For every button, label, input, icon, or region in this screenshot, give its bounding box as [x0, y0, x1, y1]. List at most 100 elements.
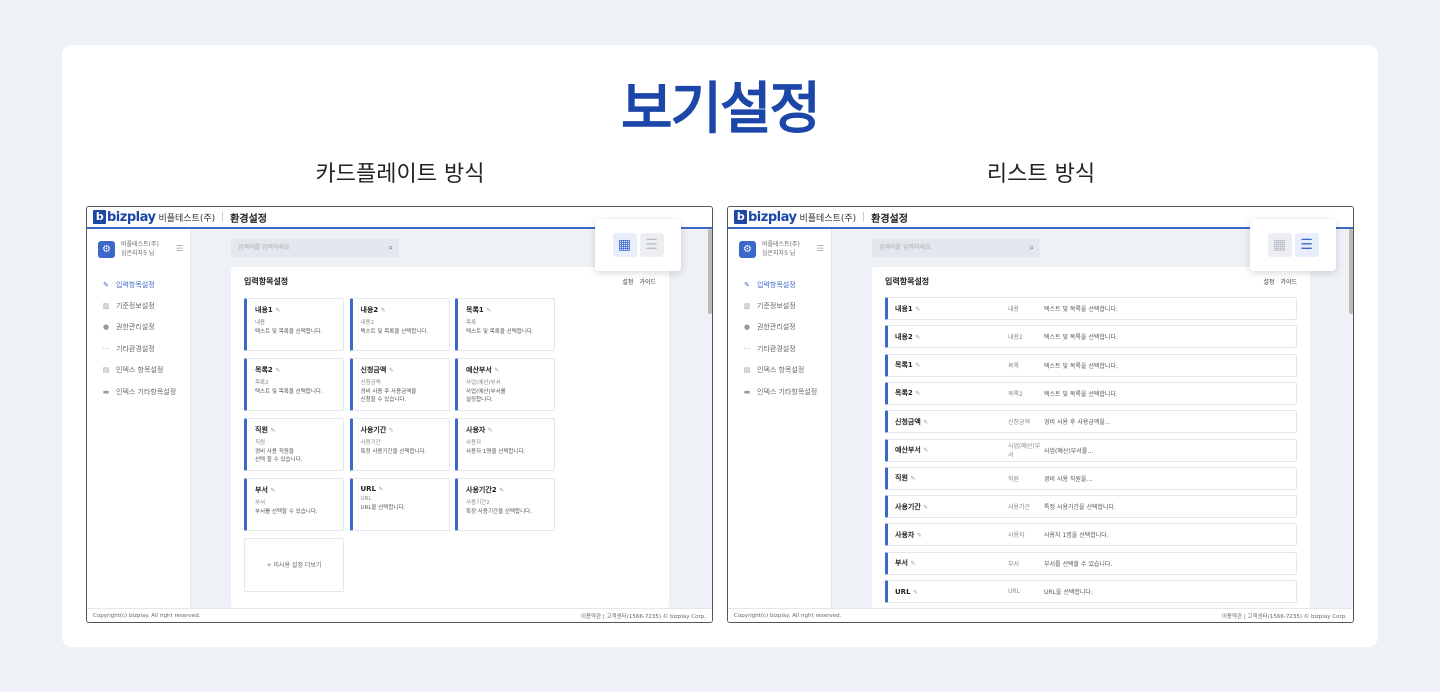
- search-input[interactable]: 검색어를 입력하세요 ⌕: [872, 239, 1040, 257]
- pencil-icon[interactable]: ✎: [915, 306, 920, 313]
- row-sub: 목록: [1008, 362, 1020, 370]
- scrollbar[interactable]: [1349, 229, 1353, 314]
- search-icon[interactable]: ⌕: [389, 239, 393, 257]
- setting-card[interactable]: 사용기간 ✎ 사용기간 특정 사용기간을 선택합니다.: [349, 418, 450, 471]
- pencil-icon[interactable]: ✎: [923, 504, 928, 511]
- card-name: 목록1: [466, 306, 484, 314]
- footer: Copyright(c) bizplay. All right reserved…: [728, 608, 1353, 622]
- setting-card[interactable]: 목록2 ✎ 목록2 텍스트 및 목록을 선택합니다.: [244, 358, 344, 411]
- setting-row[interactable]: 목록2 ✎ 목록2 텍스트 및 목록을 선택합니다.: [885, 381, 1297, 405]
- row-name: 사용기간: [895, 502, 921, 511]
- corp-name: © bizplay Corp.: [1303, 613, 1347, 620]
- pencil-icon[interactable]: ✎: [488, 427, 493, 434]
- card-desc: 사용자 1명을 선택합니다.: [466, 449, 526, 455]
- row-name: 신청금액: [895, 417, 921, 426]
- list-icon: ☰: [1300, 237, 1313, 253]
- card-desc: 특정 사용기간을 선택합니다.: [466, 509, 532, 515]
- setting-card[interactable]: 사용자 ✎ 사용자 사용자 1명을 선택합니다.: [455, 418, 555, 471]
- settings-link[interactable]: 설정: [622, 279, 633, 286]
- pencil-icon[interactable]: ✎: [381, 307, 386, 314]
- sidebar-item-base-info[interactable]: ▥ 기준정보설정: [87, 295, 190, 316]
- support-link[interactable]: 고객센터(1566-7235): [606, 614, 661, 620]
- setting-card[interactable]: 사용기간2 ✎ 사용기간2 특정 사용기간을 선택합니다.: [455, 478, 555, 531]
- setting-row[interactable]: 예산부서 ✎ 사업(예산)부서 사업(예산)부서를…: [885, 438, 1297, 462]
- setting-row[interactable]: 직원 ✎ 직원 경비 사용 직원을…: [885, 466, 1297, 490]
- sidebar-item-index-other[interactable]: ▬ 인덱스 기타항목설정: [728, 381, 831, 402]
- sidebar-item-input-settings[interactable]: ✎ 입력항목설정: [87, 274, 190, 295]
- pencil-icon[interactable]: ✎: [910, 475, 915, 482]
- setting-row[interactable]: 목록1 ✎ 목록 텍스트 및 목록을 선택합니다.: [885, 353, 1297, 377]
- row-desc: 텍스트 및 목록을 선택합니다.: [1044, 334, 1118, 342]
- setting-card[interactable]: 내용1 ✎ 내용 텍스트 및 목록을 선택합니다.: [244, 298, 344, 351]
- card-sub: 사용자: [466, 440, 482, 446]
- table-icon: ▤: [102, 366, 110, 375]
- setting-row[interactable]: 부서 ✎ 부서 부서를 선택할 수 있습니다.: [885, 551, 1297, 575]
- card-sub: 사용기간2: [466, 500, 490, 506]
- setting-card[interactable]: 직원 ✎ 직원 경비 사용 직원을 선택 할 수 있습니다.: [244, 418, 344, 471]
- pencil-icon[interactable]: ✎: [270, 427, 275, 434]
- menu-toggle-icon[interactable]: ☰: [817, 244, 824, 253]
- list-view-button[interactable]: ☰: [1294, 233, 1319, 257]
- profile-user: 심은지차5 님: [762, 250, 796, 257]
- pencil-icon[interactable]: ✎: [917, 532, 922, 539]
- pencil-icon[interactable]: ✎: [913, 589, 918, 596]
- pencil-icon[interactable]: ✎: [923, 447, 928, 454]
- card-sub: 직원: [255, 440, 266, 446]
- grid-view-button[interactable]: ▦: [612, 233, 637, 257]
- guide-link[interactable]: 가이드: [1280, 279, 1297, 286]
- pencil-icon[interactable]: ✎: [486, 307, 491, 314]
- setting-row[interactable]: URL ✎ URL URL을 선택합니다.: [885, 580, 1297, 603]
- pencil-icon[interactable]: ✎: [270, 487, 275, 494]
- pencil-icon[interactable]: ✎: [915, 390, 920, 397]
- list-view-button[interactable]: ☰: [639, 233, 664, 257]
- terms-link[interactable]: 이용약관: [581, 614, 601, 620]
- sidebar-item-index-other[interactable]: ▬ 인덱스 기타항목설정: [87, 381, 190, 402]
- card-name: 직원: [255, 426, 268, 434]
- pencil-icon[interactable]: ✎: [923, 419, 928, 426]
- pencil-icon[interactable]: ✎: [915, 334, 920, 341]
- setting-card[interactable]: 목록1 ✎ 목록 텍스트 및 목록을 선택합니다.: [455, 298, 555, 351]
- search-input[interactable]: 검색어를 입력하세요 ⌕: [231, 239, 399, 257]
- setting-row[interactable]: 사용기간 ✎ 사용기간 특정 사용기간을 선택합니다.: [885, 495, 1297, 519]
- pencil-icon[interactable]: ✎: [275, 367, 280, 374]
- grid-view-button[interactable]: ▦: [1267, 233, 1292, 257]
- setting-card[interactable]: 내용2 ✎ 내용2 텍스트 및 목록을 선택합니다.: [349, 298, 450, 351]
- pencil-icon[interactable]: ✎: [494, 367, 499, 374]
- setting-card[interactable]: 신청금액 ✎ 신청금액 경비 사용 후 사용금액을 신청할 수 있습니다.: [349, 358, 450, 411]
- sidebar-item-index-items[interactable]: ▤ 인덱스 항목설정: [87, 360, 190, 381]
- bizplay-logo[interactable]: b bizplay: [734, 210, 797, 225]
- search-icon[interactable]: ⌕: [1030, 239, 1034, 257]
- pencil-icon[interactable]: ✎: [389, 367, 394, 374]
- support-link[interactable]: 고객센터(1566-7235): [1247, 614, 1302, 620]
- settings-link[interactable]: 설정: [1263, 279, 1274, 286]
- terms-link[interactable]: 이용약관: [1222, 614, 1242, 620]
- table-icon: ▤: [743, 366, 751, 375]
- profile: ⚙ 비플테스트(주) 심은지차5 님 ☰: [87, 240, 190, 258]
- setting-row[interactable]: 내용2 ✎ 내용2 텍스트 및 목록을 선택합니다.: [885, 325, 1297, 349]
- setting-card[interactable]: URL ✎ URL URL을 선택합니다.: [349, 478, 450, 531]
- sidebar-item-base-info[interactable]: ▥ 기준정보설정: [728, 295, 831, 316]
- sidebar-item-input-settings[interactable]: ✎ 입력항목설정: [728, 274, 831, 295]
- show-unused-button[interactable]: + 미사용 설정 더보기: [244, 538, 344, 592]
- setting-row[interactable]: 신청금액 ✎ 신청금액 경비 사용 후 사용금액을…: [885, 410, 1297, 434]
- guide-link[interactable]: 가이드: [639, 279, 656, 286]
- sidebar-item-permissions[interactable]: ● 권한관리설정: [87, 317, 190, 338]
- bizplay-logo[interactable]: b bizplay: [93, 210, 156, 225]
- pencil-icon[interactable]: ✎: [389, 427, 394, 434]
- setting-card[interactable]: 부서 ✎ 부서 부서를 선택할 수 있습니다.: [244, 478, 344, 531]
- content-card: 입력항목설정 설정 가이드 내용1 ✎ 내용 텍스트 및 목록을 선택합니다. 내용2 …: [872, 267, 1310, 608]
- sidebar-item-permissions[interactable]: ● 권한관리설정: [728, 317, 831, 338]
- sidebar-item-other-settings[interactable]: ··· 기타환경설정: [87, 338, 190, 359]
- pencil-icon[interactable]: ✎: [378, 486, 383, 493]
- pencil-icon[interactable]: ✎: [910, 560, 915, 567]
- setting-row[interactable]: 사용자 ✎ 사용자 사용자 1명을 선택합니다.: [885, 523, 1297, 547]
- menu-toggle-icon[interactable]: ☰: [176, 244, 183, 253]
- sidebar-item-other-settings[interactable]: ··· 기타환경설정: [728, 338, 831, 359]
- pencil-icon[interactable]: ✎: [499, 487, 504, 494]
- setting-card[interactable]: 예산부서 ✎ 사업(예산)부서 사업(예산)부서를 설정합니다.: [455, 358, 555, 411]
- scrollbar[interactable]: [708, 229, 712, 314]
- pencil-icon[interactable]: ✎: [275, 307, 280, 314]
- pencil-icon[interactable]: ✎: [915, 362, 920, 369]
- sidebar-item-index-items[interactable]: ▤ 인덱스 항목설정: [728, 360, 831, 381]
- setting-row[interactable]: 내용1 ✎ 내용 텍스트 및 목록을 선택합니다.: [885, 297, 1297, 320]
